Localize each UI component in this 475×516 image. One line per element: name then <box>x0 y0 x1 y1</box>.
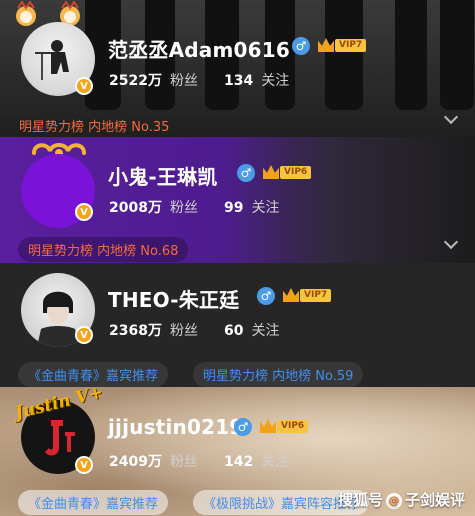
vip-level: VIP6 <box>277 419 309 433</box>
watermark-author: 子剑娱评 <box>404 491 465 509</box>
following-count: 142 <box>223 454 254 470</box>
fans-count: 2368万 <box>109 323 162 339</box>
crown-icon <box>260 419 276 433</box>
vip-level: VIP7 <box>335 38 367 52</box>
rank-tag[interactable]: 明星势力榜 内地榜 No.68 <box>18 237 189 262</box>
following-count: 99 <box>223 200 244 216</box>
vip-level: VIP6 <box>280 165 312 179</box>
rank-tag[interactable]: 明星势力榜 内地榜 No.59 <box>193 362 364 387</box>
vip-badge: VIP7 <box>318 37 367 53</box>
user-stats: 2008万 粉丝 99 关注 <box>109 197 279 217</box>
male-icon: ♂ <box>292 37 310 55</box>
vip-badge: VIP6 <box>260 418 309 434</box>
rank-tag[interactable]: 明星势力榜 内地榜 No.35 <box>19 113 179 137</box>
fans-count: 2008万 <box>109 200 162 216</box>
following-count: 60 <box>223 323 244 339</box>
following-label: 关注 <box>261 454 290 470</box>
following-count: 134 <box>223 73 254 89</box>
following-label: 关注 <box>251 200 280 216</box>
vip-badge: VIP7 <box>283 287 332 303</box>
username[interactable]: 小鬼-王琳凯 <box>108 161 218 190</box>
male-icon: ♂ <box>257 287 275 305</box>
weibo-user-card-3[interactable]: V THEO-朱正廷 ♂ VIP7 2368万 粉丝 60 关注 《金曲青春》嘉宾推荐… <box>0 263 475 387</box>
vip-badge: VIP6 <box>263 164 312 180</box>
watermark: 搜狐号 @ 子剑娱评 <box>338 489 465 510</box>
vip-level: VIP7 <box>300 288 332 302</box>
fans-label: 粉丝 <box>169 323 198 339</box>
verified-badge: V <box>75 326 93 344</box>
crown-icon <box>318 38 334 52</box>
verified-badge: V <box>75 203 93 221</box>
fans-count: 2522万 <box>109 73 162 89</box>
user-stats: 2368万 粉丝 60 关注 <box>109 320 279 340</box>
male-icon: ♂ <box>234 418 252 436</box>
recommend-tag[interactable]: 《金曲青春》嘉宾推荐 <box>18 362 169 387</box>
user-stats: 2409万 粉丝 142 关注 <box>109 451 289 471</box>
weibo-user-card-2[interactable]: V 小鬼-王琳凯 ♂ VIP6 2008万 粉丝 99 关注 明星势力榜 内地榜 No… <box>0 137 475 263</box>
fans-label: 粉丝 <box>169 454 198 470</box>
fans-label: 粉丝 <box>169 200 198 216</box>
following-label: 关注 <box>261 73 290 89</box>
weibo-user-card-1[interactable]: V 范丞丞Adam0616 ♂ VIP7 2522万 粉丝 134 关注 明星势力榜 … <box>0 0 475 137</box>
crown-icon <box>263 165 279 179</box>
username[interactable]: THEO-朱正廷 <box>108 284 239 313</box>
watermark-source: 搜狐号 <box>337 491 383 509</box>
verified-badge: V <box>75 77 93 95</box>
user-stats: 2522万 粉丝 134 关注 <box>109 70 289 90</box>
username[interactable]: jjjustin0219 <box>108 415 243 439</box>
at-icon: @ <box>385 493 402 509</box>
verified-badge: V <box>75 456 93 474</box>
crown-icon <box>283 288 299 302</box>
following-label: 关注 <box>251 323 280 339</box>
chevron-down-icon[interactable] <box>443 109 459 125</box>
fans-label: 粉丝 <box>169 73 198 89</box>
username[interactable]: 范丞丞Adam0616 <box>108 34 290 63</box>
fans-count: 2409万 <box>109 454 162 470</box>
male-icon: ♂ <box>237 164 255 182</box>
weibo-user-card-4[interactable]: Justin V+ V jjjustin0219 ♂ VIP6 2409万 粉丝 1… <box>0 387 475 516</box>
recommend-tag[interactable]: 《金曲青春》嘉宾推荐 <box>18 490 169 515</box>
